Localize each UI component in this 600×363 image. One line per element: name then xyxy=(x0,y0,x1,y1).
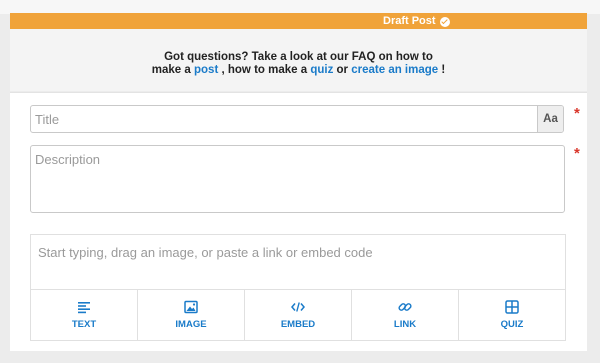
faq-line-1: Got questions? Take a look at our FAQ on… xyxy=(164,51,433,63)
title-field: Aa xyxy=(30,105,564,133)
editor-toolbar: TEXT IMAGE EMBED LINK QUIZ xyxy=(31,290,565,340)
faq-text: ! xyxy=(441,64,446,76)
draft-status-label: Draft Post xyxy=(383,15,436,27)
link-icon xyxy=(398,303,412,311)
top-strip xyxy=(0,0,600,14)
post-faq-link[interactable]: post xyxy=(194,64,218,76)
create-image-faq-link[interactable]: create an image xyxy=(351,64,438,76)
description-input[interactable] xyxy=(31,146,559,214)
post-form-panel: Aa * * TEXT xyxy=(10,92,587,351)
description-field xyxy=(30,145,565,214)
description-required-mark: * xyxy=(574,145,580,162)
editor-input[interactable] xyxy=(31,235,558,269)
link-tool-button[interactable]: LINK xyxy=(352,290,459,340)
faq-text: make a xyxy=(151,64,191,76)
title-input[interactable] xyxy=(31,106,535,132)
faq-text: , how to make a xyxy=(221,64,308,76)
draft-status-banner: Draft Post xyxy=(10,13,587,29)
quiz-tool-button[interactable]: QUIZ xyxy=(459,290,565,340)
faq-line-2: make a post , how to make a quiz or crea… xyxy=(10,64,587,77)
text-tool-button[interactable]: TEXT xyxy=(31,290,138,340)
faq-text: or xyxy=(336,64,349,76)
embed-tool-button[interactable]: EMBED xyxy=(245,290,352,340)
faq-notice: Got questions? Take a look at our FAQ on… xyxy=(10,29,587,91)
tool-label: LINK xyxy=(393,319,417,330)
code-icon xyxy=(291,302,305,312)
text-lines-icon xyxy=(78,302,90,314)
check-circle-icon xyxy=(439,17,450,27)
tool-label: TEXT xyxy=(71,319,97,330)
image-tool-button[interactable]: IMAGE xyxy=(138,290,245,340)
text-format-button[interactable]: Aa xyxy=(537,106,563,132)
tool-label: IMAGE xyxy=(175,319,207,330)
editor-input-area xyxy=(31,235,565,290)
grid-icon xyxy=(505,300,519,314)
tool-label: EMBED xyxy=(280,319,316,330)
quiz-faq-link[interactable]: quiz xyxy=(310,64,333,76)
title-required-mark: * xyxy=(574,105,580,122)
image-icon xyxy=(184,300,198,314)
tool-label: QUIZ xyxy=(500,319,524,330)
content-editor: TEXT IMAGE EMBED xyxy=(30,234,566,341)
